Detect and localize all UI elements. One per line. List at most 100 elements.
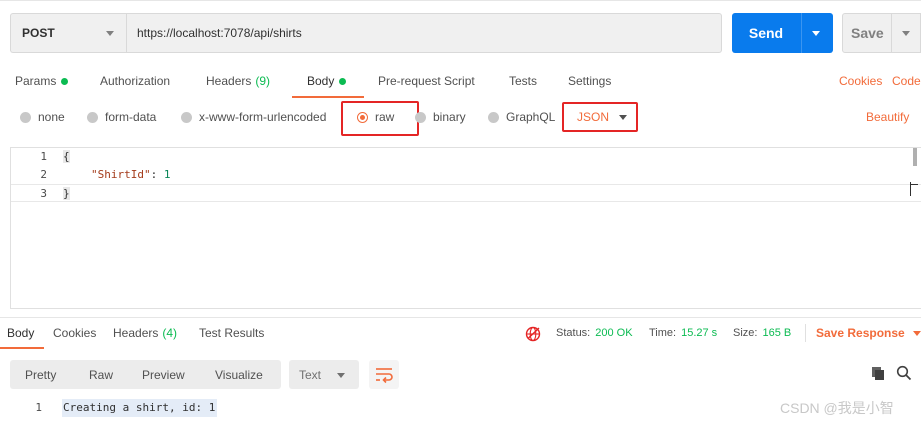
tab-authorization-label: Authorization bbox=[100, 74, 171, 88]
radio-icon bbox=[87, 111, 98, 123]
tab-params-label: Params bbox=[15, 74, 57, 88]
send-options-chevron-icon[interactable] bbox=[812, 31, 820, 36]
editor-line: 1 { bbox=[11, 148, 921, 166]
tab-settings-label: Settings bbox=[568, 74, 612, 88]
body-type-graphql[interactable]: GraphQL bbox=[488, 107, 555, 127]
size-label: Size: bbox=[733, 327, 758, 339]
response-tab-headers-count: (4) bbox=[162, 326, 178, 340]
tab-headers-count: (9) bbox=[255, 74, 271, 88]
copy-icon[interactable] bbox=[870, 365, 886, 381]
response-active-tab-indicator bbox=[0, 347, 44, 349]
status-divider bbox=[805, 324, 806, 342]
raw-highlight-box bbox=[341, 101, 419, 136]
response-status: Status: 200 OK bbox=[556, 324, 633, 342]
tab-headers[interactable]: Headers (9) bbox=[206, 71, 270, 91]
body-type-graphql-label: GraphQL bbox=[506, 110, 556, 124]
status-dot-icon bbox=[339, 77, 347, 85]
cookies-link[interactable]: Cookies bbox=[839, 71, 882, 91]
radio-icon bbox=[20, 111, 31, 123]
search-icon[interactable] bbox=[896, 365, 912, 381]
chevron-down-icon bbox=[912, 330, 921, 336]
code-text: } bbox=[63, 187, 70, 200]
save-button[interactable]: Save bbox=[842, 13, 921, 53]
wrap-lines-button[interactable] bbox=[369, 360, 399, 389]
tab-body[interactable]: Body bbox=[307, 71, 347, 91]
response-tab-headers-label: Headers bbox=[113, 326, 159, 340]
body-type-binary-label: binary bbox=[433, 110, 466, 124]
request-body-editor[interactable]: 1 { 2 "ShirtId": 1 3 } bbox=[10, 147, 921, 309]
line-number: 3 bbox=[40, 187, 47, 200]
line-number: 1 bbox=[35, 401, 42, 414]
time-value: 15.27 s bbox=[681, 327, 718, 339]
response-body-text: Creating a shirt, id: 1 bbox=[62, 399, 218, 417]
body-type-urlencoded-label: x-www-form-urlencoded bbox=[199, 110, 327, 124]
response-format-value: Text bbox=[299, 367, 322, 382]
body-type-none-label: none bbox=[38, 110, 65, 124]
status-label: Status: bbox=[556, 327, 591, 339]
method-label: POST bbox=[22, 26, 55, 40]
brace-open: { bbox=[63, 150, 70, 163]
save-response-button[interactable]: Save Response bbox=[816, 324, 921, 342]
cursor-marker bbox=[910, 184, 918, 185]
view-mode-raw[interactable]: Raw bbox=[89, 360, 113, 389]
view-mode-preview[interactable]: Preview bbox=[142, 360, 185, 389]
save-response-label: Save Response bbox=[816, 326, 905, 340]
view-mode-toggle: Pretty Raw Preview Visualize bbox=[10, 360, 281, 389]
url-input[interactable]: https://localhost:7078/api/shirts bbox=[126, 13, 722, 53]
wrap-lines-icon bbox=[376, 368, 393, 384]
body-type-form-data-label: form-data bbox=[105, 110, 157, 124]
body-type-none[interactable]: none bbox=[20, 107, 65, 127]
response-tab-headers[interactable]: Headers (4) bbox=[113, 323, 177, 343]
body-type-urlencoded[interactable]: x-www-form-urlencoded bbox=[181, 107, 326, 127]
json-key: "ShirtId" bbox=[91, 168, 151, 181]
response-size: Size: 165 B bbox=[733, 324, 791, 342]
send-button[interactable]: Send bbox=[732, 13, 833, 53]
save-options-chevron-icon[interactable] bbox=[902, 31, 910, 36]
tab-tests-label: Tests bbox=[509, 74, 538, 88]
editor-line-active: 3 } bbox=[11, 184, 921, 202]
tab-body-label: Body bbox=[307, 74, 335, 88]
code-link[interactable]: Code bbox=[892, 71, 921, 91]
radio-icon bbox=[181, 111, 192, 123]
response-format-select[interactable]: Text bbox=[289, 360, 359, 389]
json-value: 1 bbox=[163, 168, 171, 181]
response-tab-test-results[interactable]: Test Results bbox=[199, 323, 264, 343]
response-tab-body[interactable]: Body bbox=[7, 323, 34, 343]
beautify-link[interactable]: Beautify bbox=[866, 107, 909, 127]
tab-pre-request-script-label: Pre-request Script bbox=[378, 74, 475, 88]
tab-pre-request-script[interactable]: Pre-request Script bbox=[378, 71, 475, 91]
cursor-caret bbox=[910, 182, 911, 196]
top-divider bbox=[0, 0, 921, 1]
tab-headers-label: Headers bbox=[206, 74, 252, 88]
method-select[interactable]: POST bbox=[10, 13, 126, 53]
body-type-form-data[interactable]: form-data bbox=[87, 107, 156, 127]
status-dot-icon bbox=[61, 77, 69, 85]
response-divider bbox=[0, 317, 921, 318]
tab-tests[interactable]: Tests bbox=[509, 71, 537, 91]
size-value: 165 B bbox=[762, 327, 792, 339]
tab-settings[interactable]: Settings bbox=[568, 71, 611, 91]
view-mode-visualize[interactable]: Visualize bbox=[215, 360, 263, 389]
url-text: https://localhost:7078/api/shirts bbox=[137, 26, 302, 40]
line-number: 2 bbox=[40, 168, 47, 181]
status-value: 200 OK bbox=[595, 327, 633, 339]
editor-line: 2 "ShirtId": 1 bbox=[11, 166, 921, 184]
response-tab-cookies[interactable]: Cookies bbox=[53, 323, 96, 343]
time-label: Time: bbox=[649, 327, 677, 339]
radio-icon bbox=[488, 111, 499, 123]
chevron-down-icon bbox=[337, 373, 345, 378]
watermark: CSDN @我是小智 bbox=[780, 400, 894, 416]
view-mode-pretty[interactable]: Pretty bbox=[25, 360, 56, 389]
chevron-down-icon bbox=[106, 31, 114, 36]
body-type-binary[interactable]: binary bbox=[415, 107, 466, 127]
scrollbar-thumb[interactable] bbox=[913, 148, 917, 166]
tab-params[interactable]: Params bbox=[15, 71, 69, 91]
code-text: "ShirtId": 1 bbox=[91, 168, 170, 181]
response-time: Time: 15.27 s bbox=[649, 324, 717, 342]
json-highlight-box bbox=[562, 102, 638, 132]
globe-icon[interactable] bbox=[525, 326, 541, 342]
active-tab-indicator bbox=[292, 96, 364, 98]
tab-authorization[interactable]: Authorization bbox=[100, 71, 170, 91]
brace-close: } bbox=[63, 187, 70, 200]
code-text: { bbox=[63, 150, 70, 163]
